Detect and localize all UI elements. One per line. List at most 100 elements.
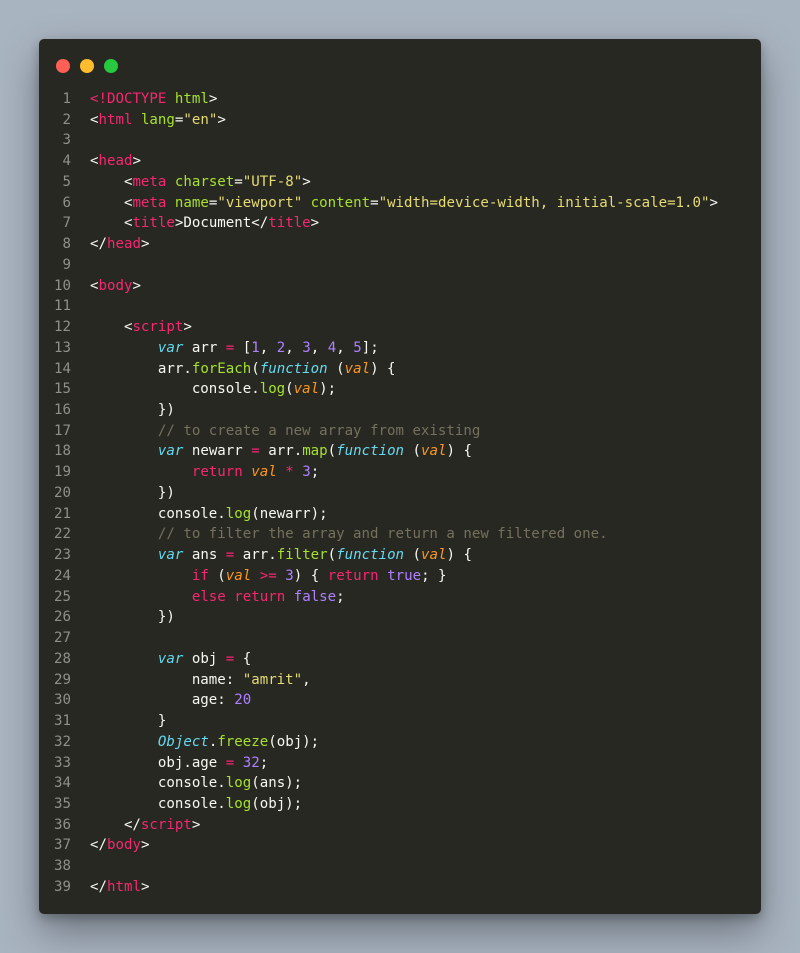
line-number: 14 [54, 360, 71, 377]
code-token: 2 [276, 339, 286, 356]
code-token: ; [336, 588, 345, 605]
code-token: return [191, 464, 243, 481]
code-line: 25 else return false; [39, 587, 761, 608]
code-line: 17 // to create a new array from existin… [39, 421, 761, 442]
code-token: 20 [234, 692, 252, 709]
code-token: } [90, 713, 167, 730]
line-number: 38 [54, 858, 71, 875]
code-token: val [225, 567, 252, 584]
code-text: // to filter the array and return a new … [90, 526, 608, 542]
code-token: log [225, 505, 252, 522]
code-token: arr. [90, 360, 192, 377]
code-token: obj [183, 650, 226, 667]
code-token: > [140, 837, 150, 854]
line-number: 13 [54, 339, 71, 356]
code-text: <body> [90, 278, 141, 294]
code-token: ) { [370, 360, 396, 377]
code-line: 9 [39, 255, 761, 276]
code-token: body [98, 277, 133, 294]
code-token: = [370, 194, 379, 211]
code-text: console.log(ans); [90, 775, 302, 791]
code-token: function [336, 443, 405, 460]
code-text: arr.forEach(function (val) { [90, 361, 396, 377]
code-token: false [293, 588, 337, 605]
code-token: </ [90, 878, 107, 895]
code-token: script [140, 816, 192, 833]
code-line: 35 console.log(obj); [39, 794, 761, 815]
code-token: arr. [234, 547, 277, 564]
code-token: obj.age [90, 754, 226, 771]
code-editor[interactable]: 1 <!DOCTYPE html> 2 <html lang="en"> 3 4 <head… [39, 89, 761, 898]
line-number: 29 [54, 671, 71, 688]
code-token: val [293, 381, 320, 398]
code-token: ( [208, 567, 226, 584]
code-text: }) [90, 609, 175, 625]
close-button[interactable] [56, 59, 70, 73]
code-token: 5 [353, 339, 362, 356]
code-token: ) { [446, 443, 472, 460]
code-token: DOCTYPE [106, 91, 167, 107]
code-line: 2 <html lang="en"> [39, 110, 761, 131]
code-line: 13 var arr = [1, 2, 3, 4, 5]; [39, 338, 761, 359]
code-token: (obj); [268, 733, 320, 750]
code-token: else [191, 588, 226, 605]
code-token: ; [259, 754, 269, 771]
code-token: function [259, 360, 328, 377]
code-token: }) [90, 484, 175, 501]
code-line: 21 console.log(newarr); [39, 504, 761, 525]
line-number: 23 [54, 547, 71, 564]
code-token: 3 [302, 464, 311, 481]
code-window: 1 <!DOCTYPE html> 2 <html lang="en"> 3 4 <head… [39, 39, 761, 914]
minimize-button[interactable] [80, 59, 94, 73]
code-token: ( [251, 360, 260, 377]
code-token: > [183, 319, 192, 336]
line-number: 22 [54, 526, 71, 543]
code-token: "viewport" [217, 194, 303, 211]
code-token: ( [327, 443, 337, 460]
code-token: val [251, 464, 277, 481]
code-token: > [140, 236, 150, 253]
line-number: 6 [62, 194, 72, 211]
code-token: >= [259, 567, 277, 584]
line-number: 35 [54, 795, 71, 812]
code-line: 15 console.log(val); [39, 379, 761, 400]
code-token: 4 [327, 339, 337, 356]
code-text: }) [90, 485, 175, 501]
code-token: ( [404, 443, 422, 460]
code-line: 26 }) [39, 607, 761, 628]
code-token: { [234, 650, 252, 667]
code-line: 33 obj.age = 32; [39, 753, 761, 774]
line-number: 24 [54, 567, 71, 584]
code-token: title [132, 215, 175, 232]
code-token: > [191, 816, 201, 833]
code-token: // to filter the array and return a new … [157, 526, 608, 543]
line-number: 16 [54, 402, 71, 419]
code-token: return [327, 567, 379, 584]
line-number: 21 [54, 505, 71, 522]
code-line: 29 name: "amrit", [39, 670, 761, 691]
code-line: 38 [39, 856, 761, 877]
code-line: 16 }) [39, 400, 761, 421]
code-token: < [90, 277, 99, 294]
code-token: ); [319, 381, 337, 398]
line-number: 15 [54, 381, 71, 398]
code-token: newarr [183, 443, 252, 460]
line-number: 20 [54, 484, 71, 501]
code-token: "amrit" [242, 671, 303, 688]
code-token: Object [157, 733, 209, 750]
code-text: console.log(val); [90, 381, 336, 397]
line-number: 25 [54, 588, 71, 605]
zoom-button[interactable] [104, 59, 118, 73]
line-number: 2 [62, 111, 72, 128]
code-token: 3 [302, 339, 311, 356]
code-token: > [132, 153, 141, 170]
code-line: 14 arr.forEach(function (val) { [39, 359, 761, 380]
code-token: filter [276, 547, 328, 564]
code-token: (obj); [251, 795, 303, 812]
